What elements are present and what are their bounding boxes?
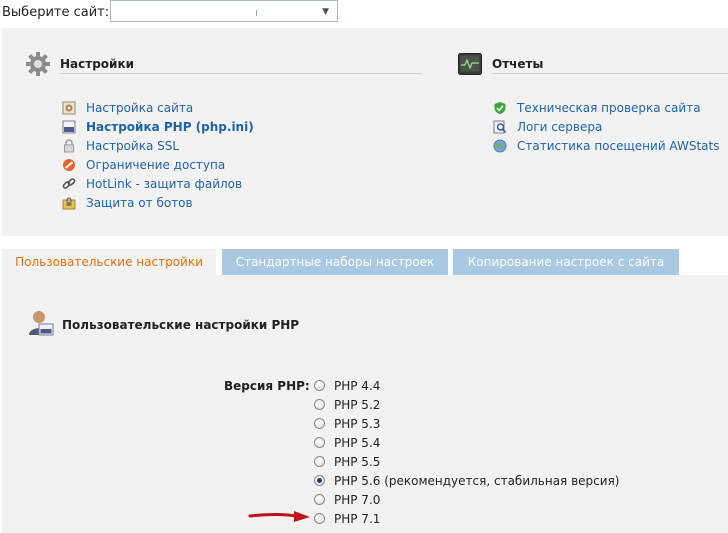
lock-folder-icon (62, 196, 76, 209)
radio-php-4-4[interactable] (314, 380, 325, 391)
reports-item[interactable]: Логи сервера (493, 117, 719, 136)
bot-protection-link[interactable]: Защита от ботов (86, 196, 193, 210)
php-version-option[interactable]: PHP 7.1 (314, 509, 619, 528)
globe-stats-icon (493, 139, 507, 152)
chain-link-icon (62, 177, 76, 189)
tools-panel: Настройки Настройка сайта Настройка PHP … (2, 28, 728, 236)
no-entry-icon (63, 158, 75, 171)
php-version-option[interactable]: PHP 5.3 (314, 414, 619, 433)
php-version-text: PHP 5.5 (334, 454, 381, 469)
php-settings-title: Пользовательские настройки PHP (62, 318, 300, 332)
radio-php-5-6[interactable] (314, 475, 325, 486)
php-version-option[interactable]: PHP 5.5 (314, 452, 619, 471)
settings-tabs: Пользовательские настройки Стандартные н… (2, 249, 728, 275)
settings-item[interactable]: Настройка PHP (php.ini) (62, 117, 254, 136)
php-version-option[interactable]: PHP 5.2 (314, 395, 619, 414)
php-version-text: PHP 5.3 (334, 416, 381, 431)
reports-title: Отчеты (492, 57, 544, 71)
technical-check-link[interactable]: Техническая проверка сайта (517, 101, 701, 115)
site-settings-link[interactable]: Настройка сайта (86, 101, 193, 115)
log-search-icon (493, 120, 507, 133)
radio-php-5-4[interactable] (314, 437, 325, 448)
access-restriction-link[interactable]: Ограничение доступа (86, 158, 225, 172)
settings-links: Настройка сайта Настройка PHP (php.ini) … (62, 98, 254, 212)
gear-page-icon (62, 101, 76, 114)
settings-item[interactable]: Защита от ботов (62, 193, 254, 212)
settings-item[interactable]: Настройка SSL (62, 136, 254, 155)
php-version-option[interactable]: PHP 5.6 (рекомендуется, стабильная верси… (314, 471, 619, 490)
tab-standard-presets[interactable]: Стандартные наборы настроек (222, 249, 448, 275)
settings-gear-icon (26, 52, 50, 76)
settings-item[interactable]: HotLink - защита файлов (62, 174, 254, 193)
red-pointer-arrow (248, 511, 310, 522)
php-version-text: PHP 5.2 (334, 397, 381, 412)
php-version-text: PHP 7.1 (334, 511, 381, 526)
reports-item[interactable]: Техническая проверка сайта (493, 98, 719, 117)
radio-php-7-0[interactable] (314, 494, 325, 505)
php-version-label: Версия PHP: (224, 379, 310, 393)
settings-item[interactable]: Ограничение доступа (62, 155, 254, 174)
radio-php-5-3[interactable] (314, 418, 325, 429)
radio-php-7-1[interactable] (314, 513, 325, 524)
php-settings-link[interactable]: Настройка PHP (php.ini) (86, 120, 254, 134)
php-version-text: PHP 4.4 (334, 378, 381, 393)
awstats-link[interactable]: Статистика посещений AWStats (517, 139, 719, 153)
php-version-text: PHP 7.0 (334, 492, 381, 507)
site-selector-bar: Выберите сайт: ▼ (0, 0, 728, 26)
reports-links: Техническая проверка сайта Логи сервера … (493, 98, 719, 155)
reports-divider (492, 73, 728, 74)
hotlink-protection-link[interactable]: HotLink - защита файлов (86, 177, 242, 191)
padlock-icon (64, 138, 74, 152)
php-version-text: PHP 5.6 (рекомендуется, стабильная верси… (334, 473, 620, 488)
tab-custom-settings[interactable]: Пользовательские настройки (2, 249, 216, 275)
reports-header: Отчеты (458, 53, 543, 75)
settings-divider (60, 73, 422, 74)
site-select-dropdown[interactable]: ▼ (110, 0, 338, 22)
ssl-settings-link[interactable]: Настройка SSL (86, 139, 179, 153)
php-version-text: PHP 5.4 (334, 435, 381, 450)
tab-copy-settings[interactable]: Копирование настроек с сайта (453, 249, 679, 275)
php-version-option[interactable]: PHP 4.4 (314, 376, 619, 395)
settings-item[interactable]: Настройка сайта (62, 98, 254, 117)
reports-item[interactable]: Статистика посещений AWStats (493, 136, 719, 155)
radio-php-5-5[interactable] (314, 456, 325, 467)
reports-monitor-icon (458, 53, 482, 75)
php-file-icon (62, 120, 76, 133)
php-settings-panel: Пользовательские настройки PHP Версия PH… (2, 275, 728, 533)
shield-check-icon (494, 101, 506, 114)
php-user-icon (29, 311, 54, 336)
php-version-option[interactable]: PHP 5.4 (314, 433, 619, 452)
server-logs-link[interactable]: Логи сервера (517, 120, 602, 134)
settings-title: Настройки (60, 57, 135, 71)
text-cursor-mark (256, 10, 257, 16)
chevron-down-icon[interactable]: ▼ (322, 7, 329, 17)
radio-php-5-2[interactable] (314, 399, 325, 410)
php-version-option[interactable]: PHP 7.0 (314, 490, 619, 509)
site-selector-label: Выберите сайт: (2, 5, 110, 20)
php-version-options: PHP 4.4 PHP 5.2 PHP 5.3 PHP 5.4 PHP 5.5 … (314, 376, 619, 528)
